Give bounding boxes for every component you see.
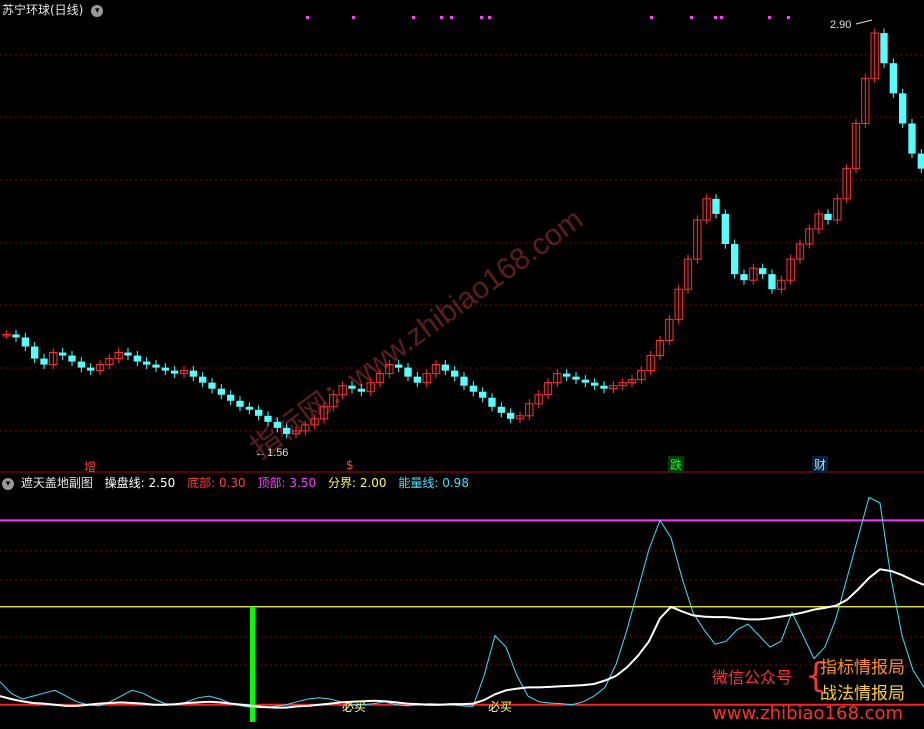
candle-body (917, 153, 924, 169)
signal-dot (768, 16, 771, 19)
main-panel-header: 苏宁环球(日线) ▾ (2, 1, 104, 18)
candle-body (600, 385, 608, 389)
signal-dots (306, 16, 790, 19)
candle-body (161, 367, 169, 371)
candle-body (581, 379, 589, 383)
candle-body (217, 388, 225, 395)
signal-dot (650, 16, 653, 19)
signal-dot (412, 16, 415, 19)
candlestick-series (2, 28, 924, 439)
candle-body (759, 268, 767, 275)
main-panel-title: 苏宁环球(日线) (2, 3, 84, 17)
candle-body (227, 394, 235, 401)
candle-body (40, 358, 48, 365)
candle-body (731, 244, 739, 275)
promo-line2: 战法情报局 (820, 684, 905, 704)
low-price-label: 1.56 (267, 447, 288, 459)
promo-wechat: 微信公众号 (712, 668, 793, 687)
low-arrow-icon: ← (255, 447, 266, 459)
candle-body (255, 409, 263, 416)
candle-body (357, 388, 365, 392)
indicator-header: ▾ 遮天盖地副图 操盘线: 2.50 底部: 0.30 顶部: 3.50 分界:… (2, 474, 469, 491)
candle-body (208, 382, 216, 389)
candle-body (68, 355, 76, 362)
candle-body (124, 352, 132, 356)
candle-body (199, 376, 207, 383)
indicator-menu-icon[interactable]: ▾ (2, 477, 14, 490)
candle-body (31, 346, 39, 359)
candle-body (768, 274, 776, 290)
marker-dollar: $ (346, 458, 354, 472)
indicator-title: 遮天盖地副图 (20, 476, 93, 490)
candle-body (572, 376, 580, 380)
candle-body (479, 391, 487, 398)
candle-body (740, 274, 748, 281)
candle-body (889, 63, 897, 94)
candle-body (563, 373, 571, 377)
candle-body (441, 364, 449, 371)
candle-body (395, 364, 403, 368)
candle-body (712, 198, 720, 214)
param-top: 顶部: 3.50 (257, 476, 317, 490)
candle-body (12, 334, 20, 338)
signal-dot (714, 16, 717, 19)
candle-body (59, 352, 67, 356)
buy-label-2: 必买 (488, 700, 513, 714)
candle-body (87, 367, 95, 371)
signal-dot (306, 16, 309, 19)
candle-body (236, 400, 244, 407)
indicator-lines (0, 496, 924, 722)
candle-body (880, 33, 888, 64)
high-arrow (855, 19, 873, 25)
candle-body (721, 213, 729, 245)
signal-dot (450, 16, 453, 19)
candle-body (77, 361, 85, 368)
candle-body (908, 123, 916, 154)
candle-body (133, 355, 141, 362)
candle-body (143, 361, 151, 365)
candle-body (824, 213, 832, 220)
buy-label-1: 必买 (342, 700, 367, 714)
param-divider: 分界: 2.00 (327, 476, 387, 490)
candle-body (591, 382, 599, 386)
candle-body (497, 406, 505, 413)
marker-fall: 跌 (668, 456, 685, 473)
marker-wealth: 财 (812, 456, 829, 473)
candle-body (488, 397, 496, 407)
candle-body (899, 93, 907, 124)
candle-body (469, 385, 477, 392)
candle-body (245, 406, 253, 410)
candle-body (21, 337, 29, 347)
candle-body (413, 376, 421, 383)
param-bottom: 底部: 0.30 (187, 476, 246, 490)
watermark: 指标网：www.zhibiao168.com (245, 203, 589, 466)
signal-dot (352, 16, 355, 19)
signal-dot (720, 16, 723, 19)
candle-body (152, 364, 160, 368)
candle-body (507, 412, 515, 419)
signal-dot (488, 16, 491, 19)
candle-body (171, 370, 179, 374)
stock-chart: 指标网：www.zhibiao168.com 2.90 ← 1.56 (0, 16, 924, 722)
candle-body (451, 370, 459, 377)
panel-menu-icon[interactable]: ▾ (91, 4, 104, 17)
candle-body (189, 370, 197, 377)
high-price-label: 2.90 (830, 19, 851, 31)
signal-dot (690, 16, 693, 19)
candle-body (404, 367, 412, 377)
param-energy-line: 能量线: 0.98 (398, 476, 469, 490)
marker-increase: 增 (84, 460, 97, 474)
candle-body (348, 385, 356, 389)
signal-dot (787, 16, 790, 19)
signal-dot (480, 16, 483, 19)
param-operating-line: 操盘线: 2.50 (104, 476, 176, 490)
promo-url[interactable]: www.zhibiao168.com (712, 703, 903, 724)
candle-body (460, 376, 468, 386)
watermark-text: 指标网：www.zhibiao168.com (245, 203, 589, 466)
promo-line1: 指标情报局 (820, 658, 905, 678)
candle-body (283, 427, 291, 434)
candle-body (264, 415, 272, 422)
signal-dot (440, 16, 443, 19)
candle-body (273, 421, 281, 428)
